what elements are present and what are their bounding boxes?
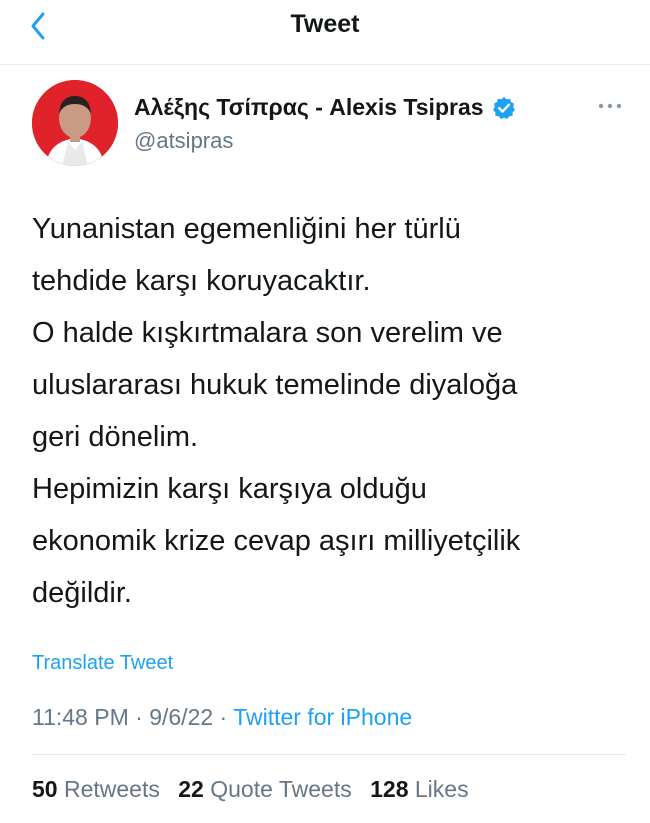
tweet-source-link[interactable]: Twitter for iPhone: [233, 704, 412, 730]
divider: [32, 754, 626, 755]
quote-tweets-count: 22: [178, 776, 204, 802]
likes-stat[interactable]: 128 Likes: [370, 776, 468, 802]
tweet-line: Hepimizin karşı karşıya olduğu: [32, 473, 427, 505]
tweet-line: geri dönelim.: [32, 421, 199, 453]
translate-tweet-link[interactable]: Translate Tweet: [32, 652, 173, 675]
verified-badge-icon: [492, 96, 516, 120]
meta-separator: ·: [135, 704, 143, 730]
tweet-line: ekonomik krize cevap aşırı milliyetçilik: [32, 525, 521, 557]
page-title: Tweet: [290, 10, 360, 38]
likes-label: Likes: [414, 776, 469, 802]
quote-tweets-stat[interactable]: 22 Quote Tweets: [178, 776, 358, 802]
tweet-line: Yunanistan egemenliğini her türlü: [32, 213, 461, 245]
more-options-button[interactable]: [596, 96, 624, 116]
quote-tweets-label: Quote Tweets: [210, 776, 352, 802]
tweet-line: uluslararası hukuk temelinde diyaloğa: [32, 369, 518, 401]
top-navigation-bar: Tweet: [0, 0, 650, 65]
retweets-count: 50: [32, 776, 58, 802]
meta-separator: ·: [219, 704, 228, 730]
more-horizontal-icon: [598, 103, 622, 109]
author-name-row[interactable]: Αλέξης Τσίπρας - Alexis Tsipras: [134, 94, 516, 121]
author-handle[interactable]: @atsipras: [134, 128, 233, 154]
tweet-date: 9/6/22: [149, 704, 214, 730]
tweet-line: değildir.: [32, 577, 132, 609]
tweet-line: O halde kışkırtmalara son verelim ve: [32, 317, 503, 349]
likes-count: 128: [370, 776, 409, 802]
tweet-body: Yunanistan egemenliğini her türlü tehdid…: [32, 203, 632, 619]
tweet-metadata: 11:48 PM · 9/6/22 · Twitter for iPhone: [32, 704, 412, 731]
avatar[interactable]: [32, 80, 118, 166]
tweet-time: 11:48 PM: [32, 704, 129, 730]
retweets-label: Retweets: [63, 776, 160, 802]
tweet-line: tehdide karşı koruyacaktır.: [32, 265, 371, 297]
engagement-stats: 50 Retweets 22 Quote Tweets 128 Likes: [32, 776, 481, 803]
avatar-portrait-icon: [32, 80, 118, 166]
author-name[interactable]: Αλέξης Τσίπρας - Alexis Tsipras: [134, 94, 484, 121]
retweets-stat[interactable]: 50 Retweets: [32, 776, 166, 802]
